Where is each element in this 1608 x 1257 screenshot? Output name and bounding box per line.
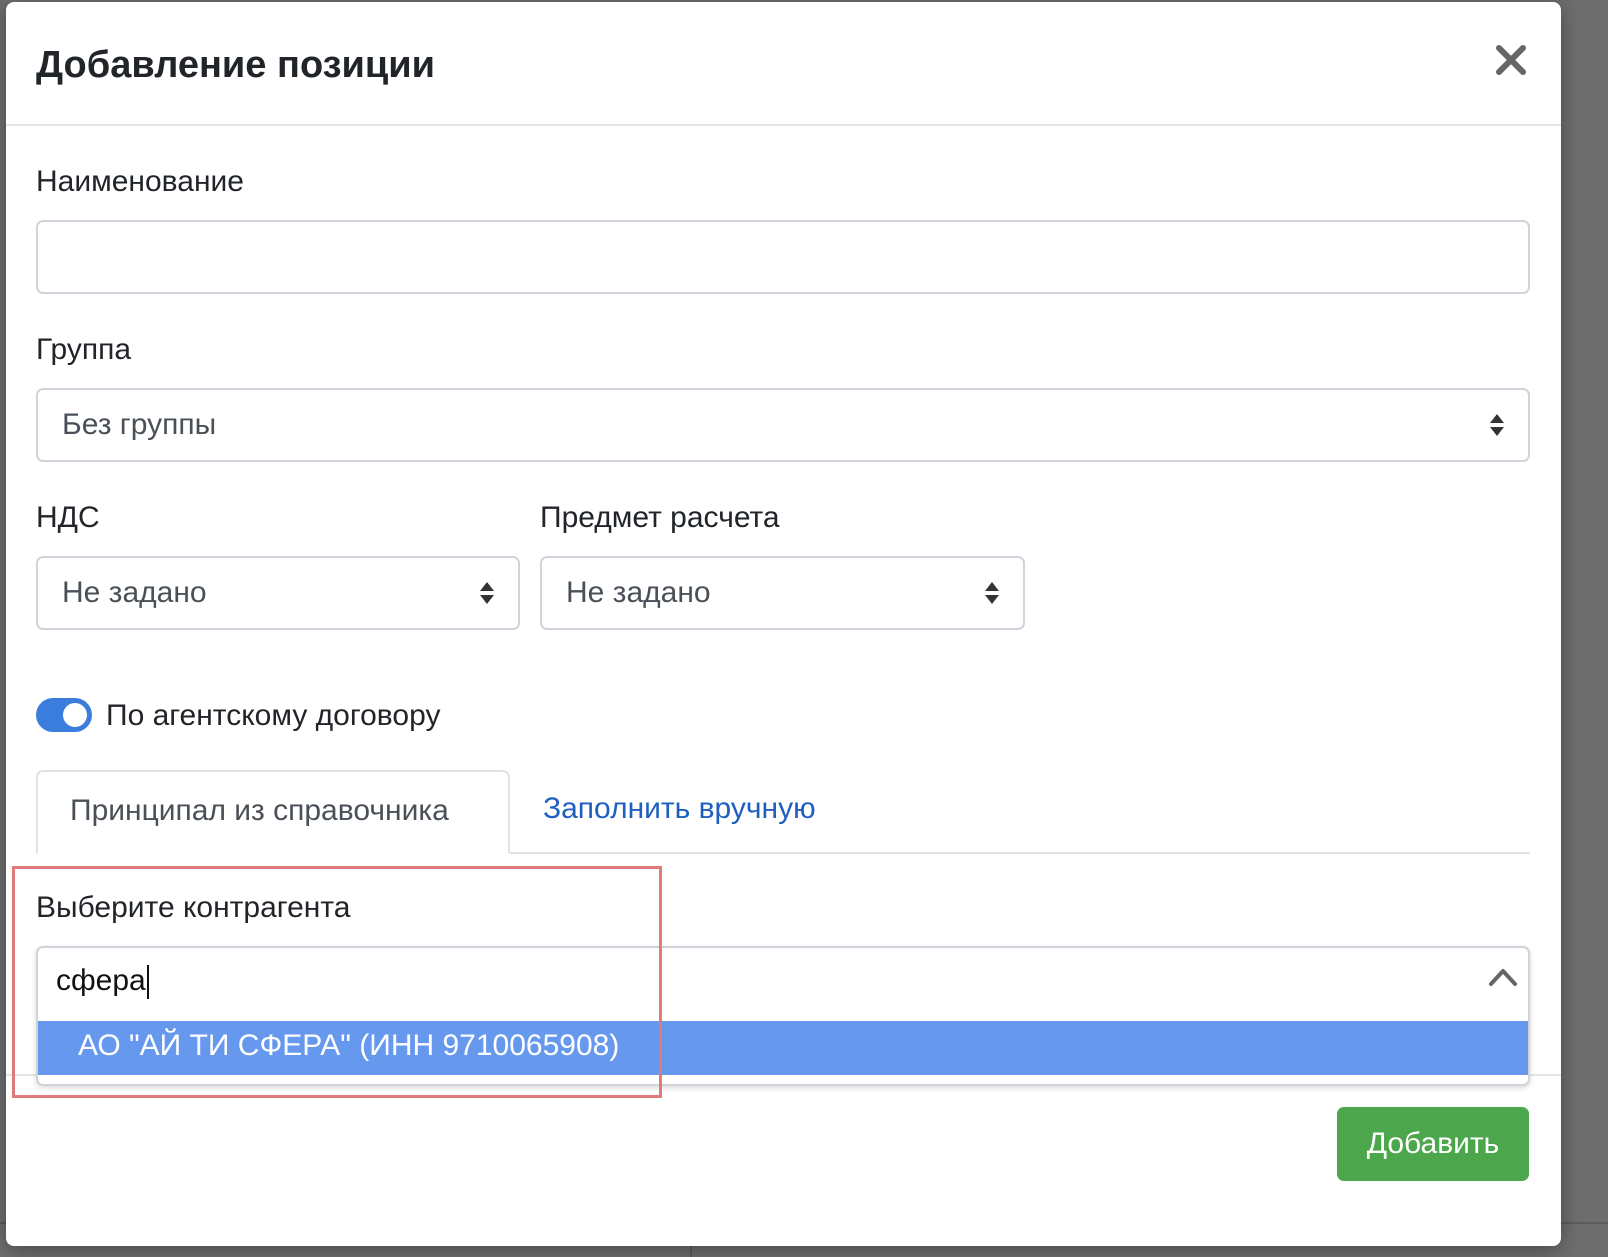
counterparty-option[interactable]: АО "АЙ ТИ СФЕРА" (ИНН 9710065908): [38, 1021, 1528, 1075]
close-button[interactable]: [1491, 40, 1531, 80]
vat-label: НДС: [36, 501, 100, 534]
modal-header: Добавление позиции: [6, 2, 1561, 126]
name-label: Наименование: [36, 165, 244, 198]
select-arrows-icon: [985, 582, 999, 604]
modal-title: Добавление позиции: [36, 44, 435, 86]
close-icon: [1496, 45, 1526, 75]
add-item-modal: Добавление позиции Наименование Группа Б…: [6, 2, 1561, 1246]
group-select-value: Без группы: [62, 408, 217, 441]
principal-tabs: Принципал из справочника Заполнить вручн…: [36, 770, 1530, 854]
name-input[interactable]: [36, 220, 1530, 294]
payment-subject-select-value: Не задано: [566, 576, 711, 609]
add-button[interactable]: Добавить: [1337, 1107, 1529, 1181]
tab-principal-directory[interactable]: Принципал из справочника: [36, 770, 510, 854]
tab-principal-directory-label: Принципал из справочника: [70, 794, 449, 827]
chevron-up-icon[interactable]: [1488, 966, 1518, 988]
vat-select[interactable]: Не задано: [36, 556, 520, 630]
counterparty-label: Выберите контрагента: [36, 891, 351, 924]
select-arrows-icon: [1490, 414, 1504, 436]
counterparty-combobox[interactable]: сфера АО "АЙ ТИ СФЕРА" (ИНН 9710065908): [36, 946, 1530, 1086]
select-arrows-icon: [480, 582, 494, 604]
counterparty-option-label: АО "АЙ ТИ СФЕРА" (ИНН 9710065908): [78, 1029, 620, 1062]
text-caret: [146, 965, 149, 1000]
tab-fill-manually[interactable]: Заполнить вручную: [543, 792, 816, 826]
counterparty-search-value: сфера: [56, 964, 146, 997]
agent-contract-toggle[interactable]: [36, 698, 92, 732]
vat-select-value: Не задано: [62, 576, 207, 609]
group-select[interactable]: Без группы: [36, 388, 1530, 462]
toggle-knob: [63, 703, 87, 727]
counterparty-search-input[interactable]: сфера: [56, 964, 149, 1000]
agent-contract-label: По агентскому договору: [106, 699, 441, 732]
payment-subject-label: Предмет расчета: [540, 501, 780, 534]
group-label: Группа: [36, 333, 132, 366]
payment-subject-select[interactable]: Не задано: [540, 556, 1025, 630]
